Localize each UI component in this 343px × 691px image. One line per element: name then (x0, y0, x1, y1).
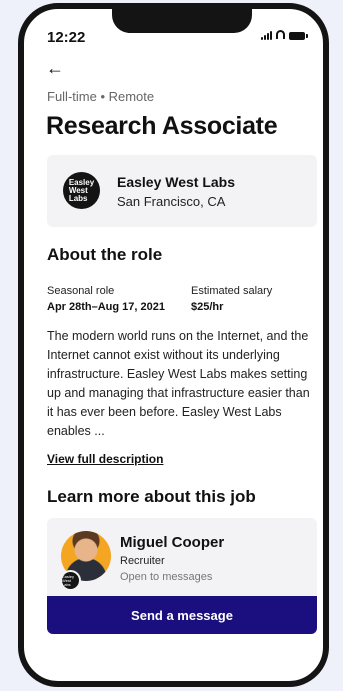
salary-label: Estimated salary (191, 285, 273, 297)
recruiter-status: Open to messages (120, 571, 213, 583)
recruiter-role: Recruiter (120, 555, 165, 567)
phone-frame: 12:22 ← Full-time • Remote Research Asso… (18, 3, 329, 687)
recruiter-card: Easley West Labs Miguel Cooper Recruiter… (47, 518, 317, 598)
phone-notch (112, 9, 252, 33)
view-full-description-link[interactable]: View full description (47, 452, 163, 466)
company-badge-icon: Easley West Labs (60, 570, 81, 591)
job-meta: Full-time • Remote (47, 89, 155, 104)
about-heading: About the role (47, 245, 163, 264)
seasonal-role-value: Apr 28th–Aug 17, 2021 (47, 301, 165, 313)
seasonal-role-label: Seasonal role (47, 285, 115, 297)
status-icons (261, 30, 308, 40)
back-arrow-icon[interactable]: ← (46, 59, 64, 77)
recruiter-name: Miguel Cooper (120, 534, 225, 551)
company-name: Easley West Labs (117, 174, 236, 190)
company-card[interactable]: Easley West Labs Easley West Labs San Fr… (47, 155, 317, 227)
signal-icon (261, 31, 272, 40)
salary-value: $25/hr (191, 301, 224, 313)
job-description: The modern world runs on the Internet, a… (47, 329, 310, 438)
learn-more-heading: Learn more about this job (47, 487, 256, 506)
battery-icon (289, 32, 308, 40)
company-location: San Francisco, CA (117, 194, 226, 209)
wifi-icon (276, 30, 285, 39)
status-time: 12:22 (47, 29, 86, 46)
send-message-button[interactable]: Send a message (47, 596, 317, 634)
page-title: Research Associate (46, 112, 278, 140)
company-logo: Easley West Labs (63, 172, 100, 209)
